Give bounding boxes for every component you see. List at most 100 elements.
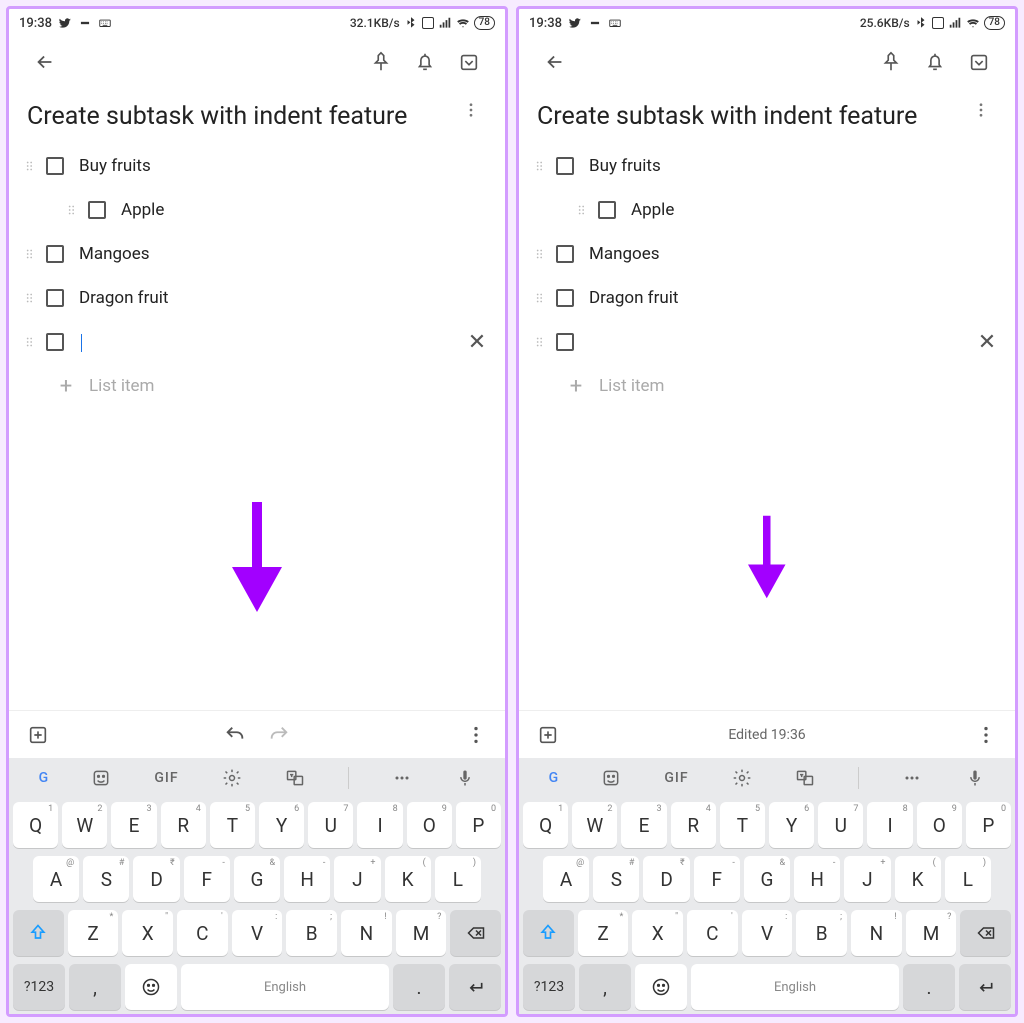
drag-handle-icon[interactable] (529, 247, 551, 261)
key-W[interactable]: W2 (572, 802, 617, 848)
add-list-item[interactable]: +List item (519, 364, 1015, 408)
pin-button[interactable] (869, 40, 913, 84)
item-text[interactable]: Dragon fruit (579, 288, 1005, 308)
key-B[interactable]: B; (286, 910, 337, 956)
checkbox[interactable] (551, 289, 579, 307)
key-E[interactable]: E3 (621, 802, 666, 848)
key-P[interactable]: P0 (456, 802, 501, 848)
key-Q[interactable]: Q1 (13, 802, 58, 848)
key-A[interactable]: A@ (33, 856, 79, 902)
key-O[interactable]: O9 (407, 802, 452, 848)
sticker-icon[interactable] (601, 768, 621, 788)
more-actions-button[interactable] (969, 718, 1003, 752)
checkbox[interactable] (551, 333, 579, 351)
key-M[interactable]: M? (396, 910, 447, 956)
item-text[interactable]: Buy fruits (69, 156, 495, 176)
key-B[interactable]: B; (796, 910, 847, 956)
comma-key[interactable]: , (579, 964, 631, 1010)
key-H[interactable]: H- (794, 856, 840, 902)
item-text[interactable]: Mangoes (579, 244, 1005, 264)
key-U[interactable]: U7 (818, 802, 863, 848)
key-I[interactable]: I8 (357, 802, 402, 848)
gif-button[interactable]: GIF (664, 770, 688, 786)
key-A[interactable]: A@ (543, 856, 589, 902)
key-R[interactable]: R4 (671, 802, 716, 848)
remove-item-icon[interactable]: ✕ (459, 330, 495, 355)
checkbox[interactable] (41, 157, 69, 175)
checklist-item[interactable]: Apple (9, 188, 505, 232)
item-text[interactable]: Mangoes (69, 244, 495, 264)
key-V[interactable]: V: (232, 910, 283, 956)
checklist-item[interactable]: Dragon fruit (9, 276, 505, 320)
checkbox[interactable] (551, 157, 579, 175)
more-options-button[interactable] (455, 101, 487, 119)
key-E[interactable]: E3 (111, 802, 156, 848)
item-text[interactable]: Apple (621, 200, 1005, 220)
archive-button[interactable] (957, 40, 1001, 84)
key-G[interactable]: G& (744, 856, 790, 902)
gear-icon[interactable] (732, 768, 752, 788)
key-Q[interactable]: Q1 (523, 802, 568, 848)
checklist-item-empty[interactable]: ✕ (9, 320, 505, 364)
google-logo-icon[interactable]: G (549, 770, 559, 786)
key-C[interactable]: C' (687, 910, 738, 956)
drag-handle-icon[interactable] (529, 291, 551, 305)
add-content-button[interactable] (21, 718, 55, 752)
key-J[interactable]: J+ (334, 856, 380, 902)
enter-key[interactable] (449, 964, 501, 1010)
mic-icon[interactable] (455, 768, 475, 788)
checklist-item-empty[interactable]: ✕ (519, 320, 1015, 364)
checklist-item[interactable]: Dragon fruit (519, 276, 1015, 320)
gif-button[interactable]: GIF (154, 770, 178, 786)
item-text[interactable]: Apple (111, 200, 495, 220)
translate-icon[interactable] (285, 768, 305, 788)
add-list-item[interactable]: +List item (9, 364, 505, 408)
key-G[interactable]: G& (234, 856, 280, 902)
key-L[interactable]: L) (435, 856, 481, 902)
emoji-key[interactable] (125, 964, 177, 1010)
redo-button[interactable] (262, 718, 296, 752)
checklist-item[interactable]: Apple (519, 188, 1015, 232)
checkbox[interactable] (593, 201, 621, 219)
remove-item-icon[interactable]: ✕ (969, 330, 1005, 355)
checklist-item[interactable]: Buy fruits (519, 144, 1015, 188)
key-K[interactable]: K( (895, 856, 941, 902)
key-L[interactable]: L) (945, 856, 991, 902)
drag-handle-icon[interactable] (571, 203, 593, 217)
key-U[interactable]: U7 (308, 802, 353, 848)
checkbox[interactable] (41, 289, 69, 307)
shift-key[interactable] (13, 910, 64, 956)
back-button[interactable] (23, 40, 67, 84)
more-actions-button[interactable] (459, 718, 493, 752)
mic-icon[interactable] (965, 768, 985, 788)
drag-handle-icon[interactable] (529, 335, 551, 349)
key-R[interactable]: R4 (161, 802, 206, 848)
enter-key[interactable] (959, 964, 1011, 1010)
key-T[interactable]: T5 (720, 802, 765, 848)
key-F[interactable]: F- (694, 856, 740, 902)
symbols-key[interactable]: ?123 (523, 964, 575, 1010)
add-content-button[interactable] (531, 718, 565, 752)
shift-key[interactable] (523, 910, 574, 956)
translate-icon[interactable] (795, 768, 815, 788)
space-key[interactable]: English (691, 964, 899, 1010)
key-N[interactable]: N! (341, 910, 392, 956)
period-key[interactable]: . (903, 964, 955, 1010)
item-text[interactable] (69, 332, 459, 352)
drag-handle-icon[interactable] (19, 159, 41, 173)
key-F[interactable]: F- (184, 856, 230, 902)
key-H[interactable]: H- (284, 856, 330, 902)
key-W[interactable]: W2 (62, 802, 107, 848)
backspace-key[interactable] (960, 910, 1011, 956)
key-D[interactable]: D₹ (643, 856, 689, 902)
key-K[interactable]: K( (385, 856, 431, 902)
note-title[interactable]: Create subtask with indent feature (27, 101, 455, 132)
checkbox[interactable] (41, 333, 69, 351)
item-text[interactable]: Dragon fruit (69, 288, 495, 308)
key-D[interactable]: D₹ (133, 856, 179, 902)
drag-handle-icon[interactable] (61, 203, 83, 217)
undo-button[interactable] (218, 718, 252, 752)
pin-button[interactable] (359, 40, 403, 84)
key-Z[interactable]: Z* (68, 910, 119, 956)
drag-handle-icon[interactable] (19, 291, 41, 305)
